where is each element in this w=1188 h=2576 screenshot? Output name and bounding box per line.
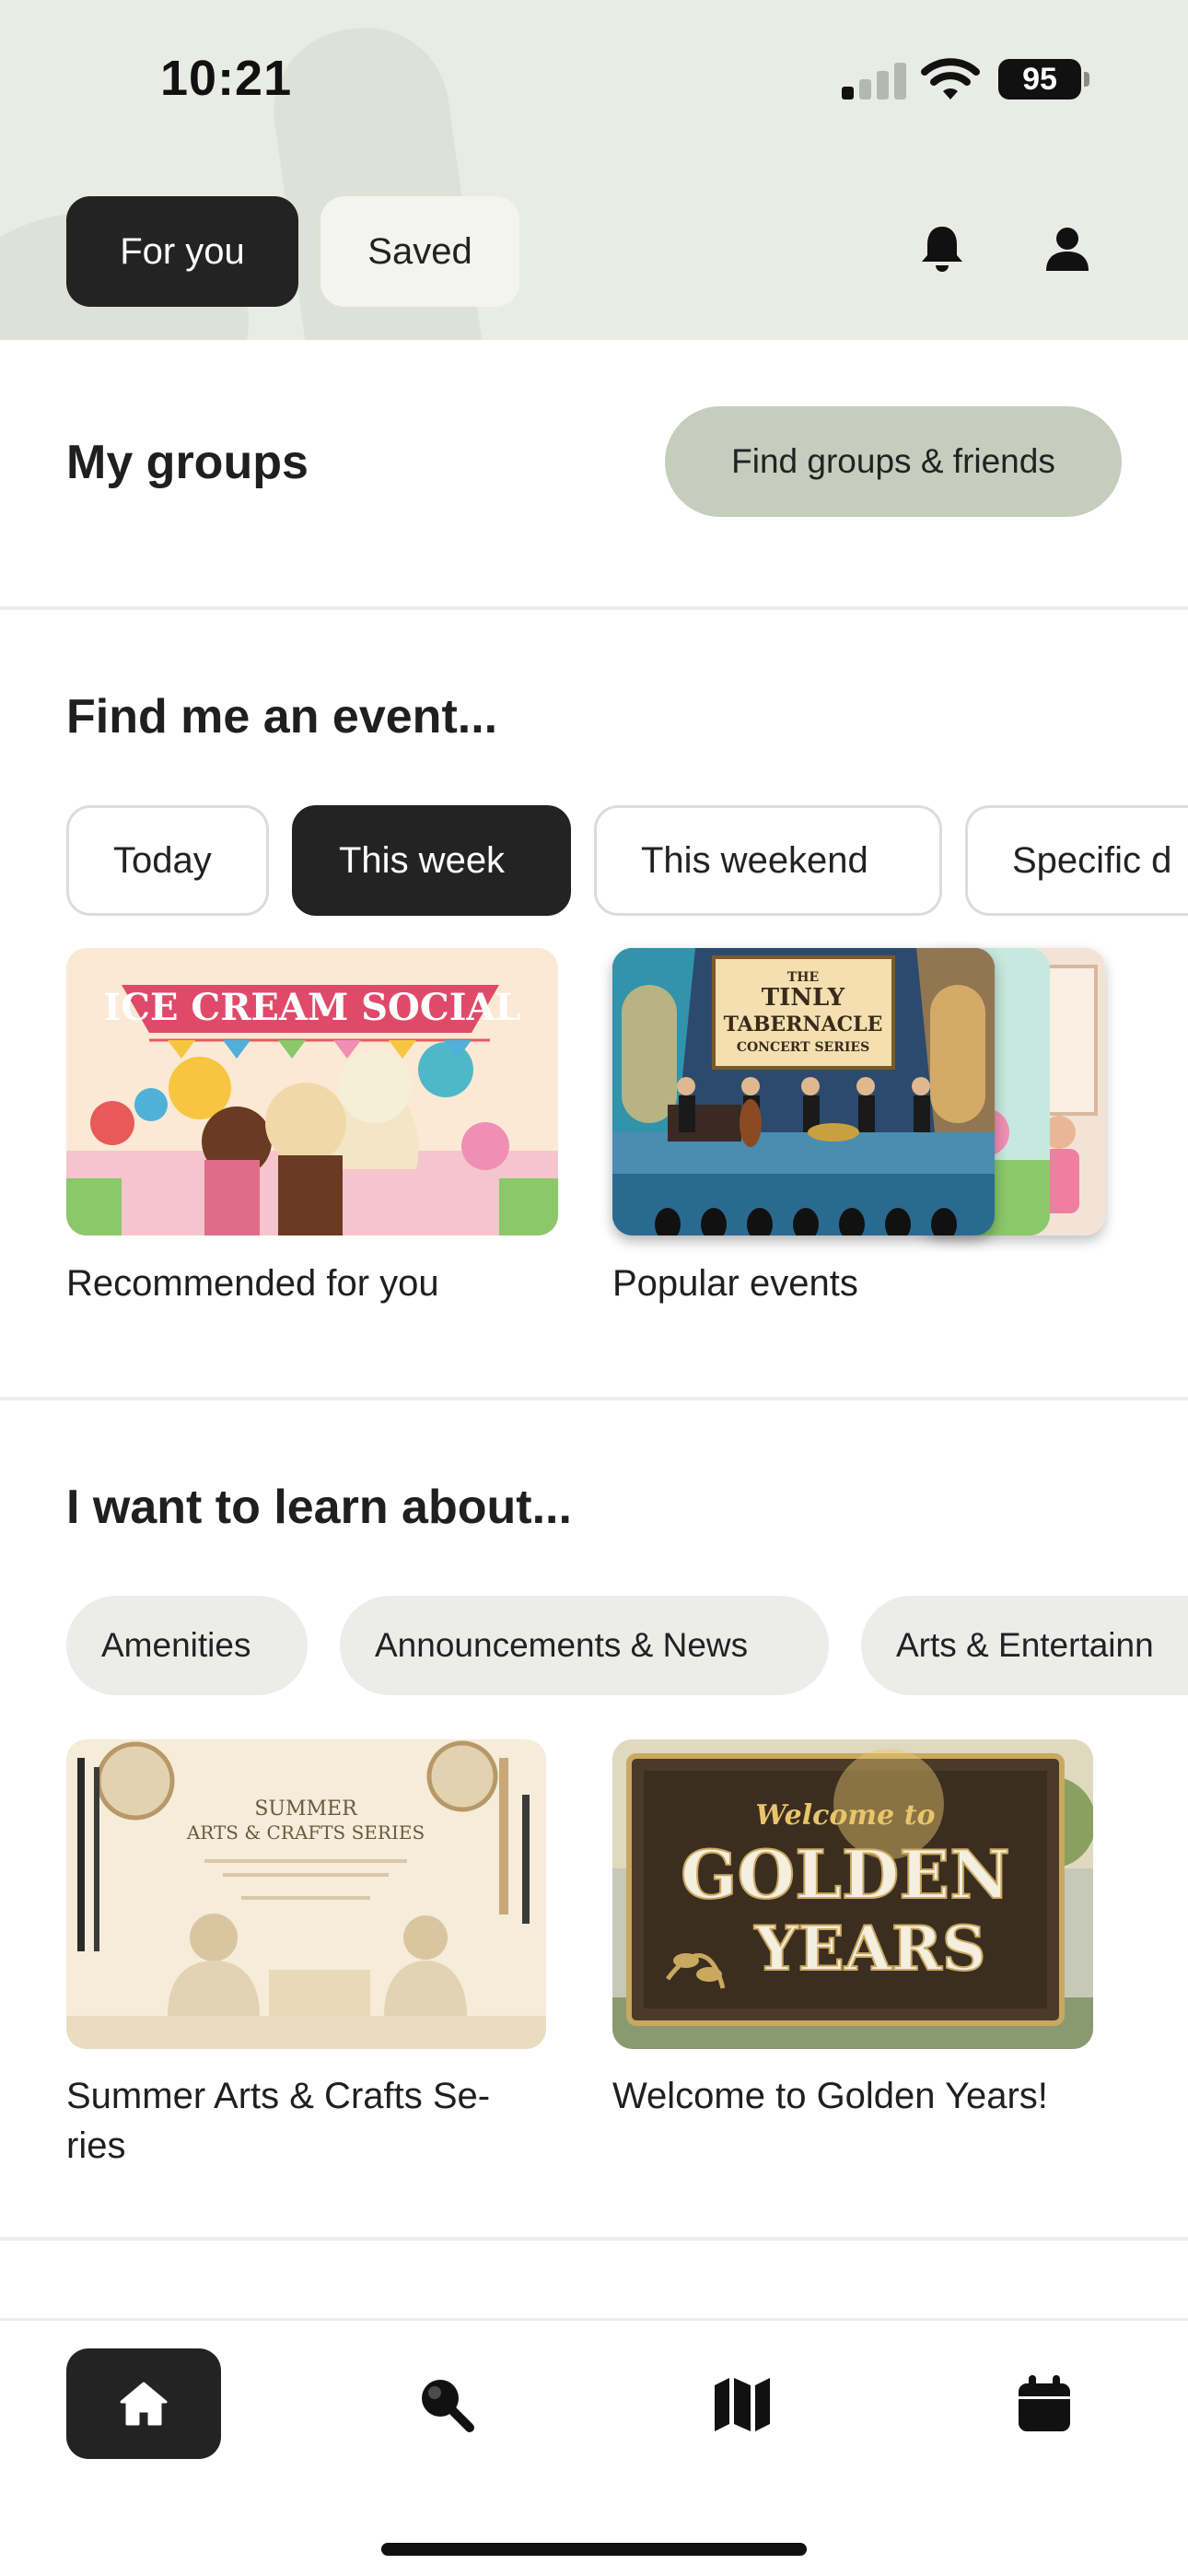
my-groups-title: My groups <box>66 436 309 489</box>
calendar-icon[interactable] <box>1009 2369 1079 2439</box>
image-text-the: THE <box>787 970 819 985</box>
top-header: 10:21 95 For you Saved <box>0 0 1188 340</box>
recommended-for-you-label[interactable]: Recommended for you <box>66 1259 439 1308</box>
status-time: 10:21 <box>160 51 293 106</box>
wifi-icon <box>921 58 980 100</box>
filter-chip-this-weekend[interactable]: This weekend <box>594 805 942 916</box>
tab-saved[interactable]: Saved <box>320 196 519 307</box>
topic-chip-announcements-news[interactable]: Announcements & News <box>340 1596 829 1695</box>
home-icon <box>120 2382 168 2426</box>
recommended-event-image[interactable]: ICE CREAM SOCIAL <box>66 948 558 1235</box>
image-text-golden: GOLDEN <box>681 1835 1010 1914</box>
user-icon[interactable] <box>1040 221 1095 276</box>
image-text-summer: SUMMER <box>254 1797 358 1821</box>
learn-about-title: I want to learn about... <box>66 1481 572 1534</box>
section-divider <box>0 1397 1188 1400</box>
find-event-title: Find me an event... <box>66 690 498 744</box>
image-text-arts-crafts-series: ARTS & CRAFTS SERIES <box>186 1821 425 1844</box>
bottom-nav <box>0 2318 1188 2576</box>
topic-chip-arts-entertainment[interactable]: Arts & Entertainn <box>861 1596 1188 1695</box>
nav-home-button[interactable] <box>66 2348 221 2459</box>
popular-events-label[interactable]: Popular events <box>612 1259 858 1308</box>
battery-indicator: 95 <box>998 59 1089 100</box>
image-text-tinly: TINLY <box>762 984 845 1012</box>
topic-chip-amenities[interactable]: Amenities <box>66 1596 308 1695</box>
filter-chip-specific-date[interactable]: Specific d <box>965 805 1188 916</box>
map-icon[interactable] <box>707 2369 777 2439</box>
summer-arts-crafts-label-line2[interactable]: ries <box>66 2121 125 2171</box>
summer-arts-crafts-label-line1[interactable]: Summer Arts & Crafts Se- <box>66 2071 490 2121</box>
image-text-tabernacle: TABERNACLE <box>724 1013 883 1036</box>
golden-years-image[interactable]: Welcome to GOLDEN YEARS <box>612 1739 1093 2049</box>
filter-chip-this-week[interactable]: This week <box>292 805 571 916</box>
search-icon[interactable] <box>411 2369 481 2439</box>
filter-chip-today[interactable]: Today <box>66 805 269 916</box>
bell-icon[interactable] <box>914 221 970 276</box>
popular-event-image[interactable]: THE TINLY TABERNACLE CONCERT SERIES <box>612 948 995 1235</box>
tab-for-you[interactable]: For you <box>66 196 298 307</box>
home-indicator <box>381 2543 807 2556</box>
image-text-concert-series: CONCERT SERIES <box>737 1040 869 1055</box>
find-groups-friends-button[interactable]: Find groups & friends <box>665 406 1122 517</box>
section-divider <box>0 606 1188 610</box>
summer-arts-crafts-image[interactable]: SUMMER ARTS & CRAFTS SERIES <box>66 1739 546 2049</box>
image-text-welcome-to: Welcome to <box>755 1799 935 1832</box>
section-divider <box>0 2237 1188 2241</box>
cellular-signal-icon <box>842 63 906 100</box>
image-text-ice-cream: ICE CREAM SOCIAL <box>103 986 520 1029</box>
image-text-years: YEARS <box>753 1913 985 1985</box>
golden-years-label[interactable]: Welcome to Golden Years! <box>612 2071 1048 2121</box>
